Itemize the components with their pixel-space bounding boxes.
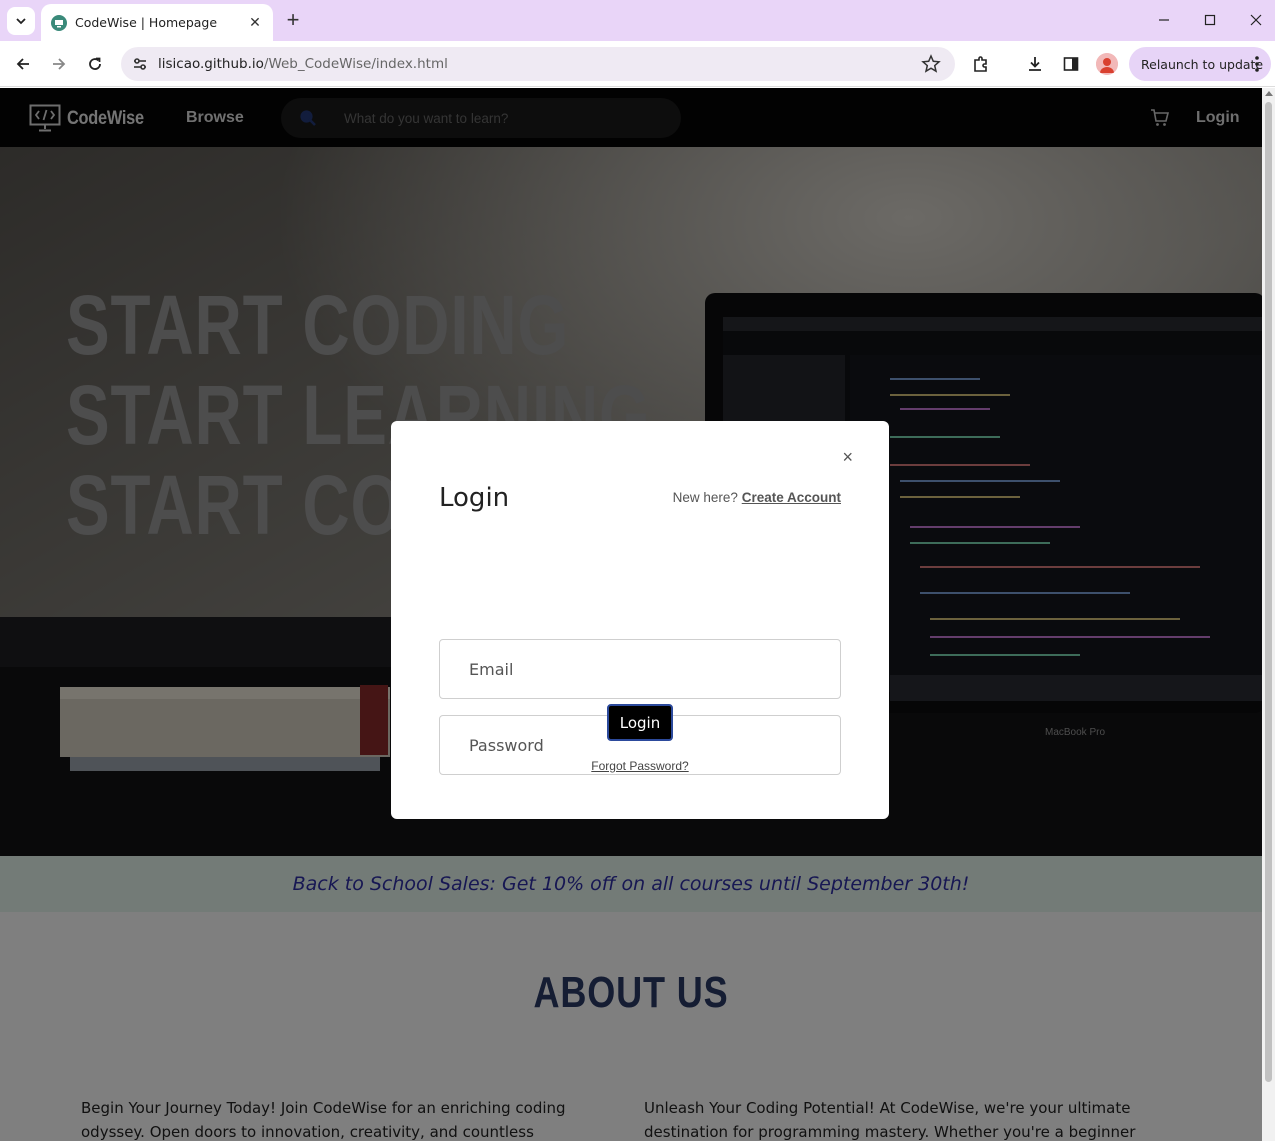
relaunch-label: Relaunch to update: [1141, 56, 1264, 72]
scroll-thumb[interactable]: [1265, 102, 1272, 1082]
new-here-text: New here? Create Account: [673, 490, 841, 505]
email-field[interactable]: [439, 639, 841, 699]
new-tab-button[interactable]: +: [282, 9, 304, 31]
chevron-down-icon: [16, 18, 26, 25]
browser-tab-active[interactable]: CodeWise | Homepage ✕: [41, 4, 273, 41]
tab-title: CodeWise | Homepage: [75, 15, 218, 30]
scroll-up-arrow-icon[interactable]: [1265, 91, 1273, 96]
download-icon: [1029, 57, 1041, 71]
create-account-link[interactable]: Create Account: [742, 490, 841, 505]
arrow-right-icon: [53, 58, 66, 70]
url-host: lisicao.github.io: [158, 56, 264, 72]
side-panel-icon: [1063, 57, 1079, 71]
close-icon: [1250, 14, 1262, 26]
minimize-button[interactable]: [1152, 8, 1176, 32]
downloads-button[interactable]: [1024, 53, 1046, 75]
arrow-left-icon: [16, 58, 29, 70]
relaunch-button[interactable]: Relaunch to update: [1129, 47, 1271, 81]
page-scrollbar[interactable]: [1262, 88, 1275, 1141]
forward-button[interactable]: [47, 52, 71, 76]
maximize-button[interactable]: [1198, 8, 1222, 32]
back-button[interactable]: [11, 52, 35, 76]
extensions-button[interactable]: [970, 53, 992, 75]
side-panel-button[interactable]: [1060, 53, 1082, 75]
web-page: CodeWise Browse What do you want to lear…: [0, 88, 1262, 1141]
puzzle-icon: [974, 56, 987, 72]
login-modal: × Login New here? Create Account Login F…: [391, 421, 889, 819]
login-submit-button[interactable]: Login: [607, 704, 673, 741]
profile-avatar[interactable]: [1096, 53, 1118, 75]
bookmark-star-icon[interactable]: [921, 54, 941, 74]
tab-search-button[interactable]: [7, 7, 35, 35]
browser-toolbar: lisicao.github.io/Web_CodeWise/index.htm…: [0, 41, 1275, 87]
avatar-icon: [1096, 53, 1118, 75]
url-path: /Web_CodeWise/index.html: [263, 56, 448, 72]
modal-close-icon[interactable]: ×: [842, 448, 853, 466]
minimize-icon: [1159, 19, 1169, 21]
reload-icon: [89, 57, 101, 70]
codewise-favicon-icon: [51, 14, 67, 31]
tab-close-icon[interactable]: ✕: [247, 14, 263, 31]
site-info-icon[interactable]: [131, 55, 149, 73]
forgot-password-link[interactable]: Forgot Password?: [391, 759, 889, 773]
address-bar[interactable]: lisicao.github.io/Web_CodeWise/index.htm…: [121, 47, 955, 81]
more-vert-icon: [1255, 56, 1259, 72]
browser-tab-bar: CodeWise | Homepage ✕ +: [0, 0, 1275, 41]
url-text: lisicao.github.io/Web_CodeWise/index.htm…: [158, 56, 921, 72]
new-here-label: New here?: [672, 490, 738, 505]
modal-title: Login: [439, 483, 510, 513]
window-close-button[interactable]: [1244, 8, 1268, 32]
maximize-icon: [1204, 14, 1216, 26]
reload-button[interactable]: [83, 52, 107, 76]
